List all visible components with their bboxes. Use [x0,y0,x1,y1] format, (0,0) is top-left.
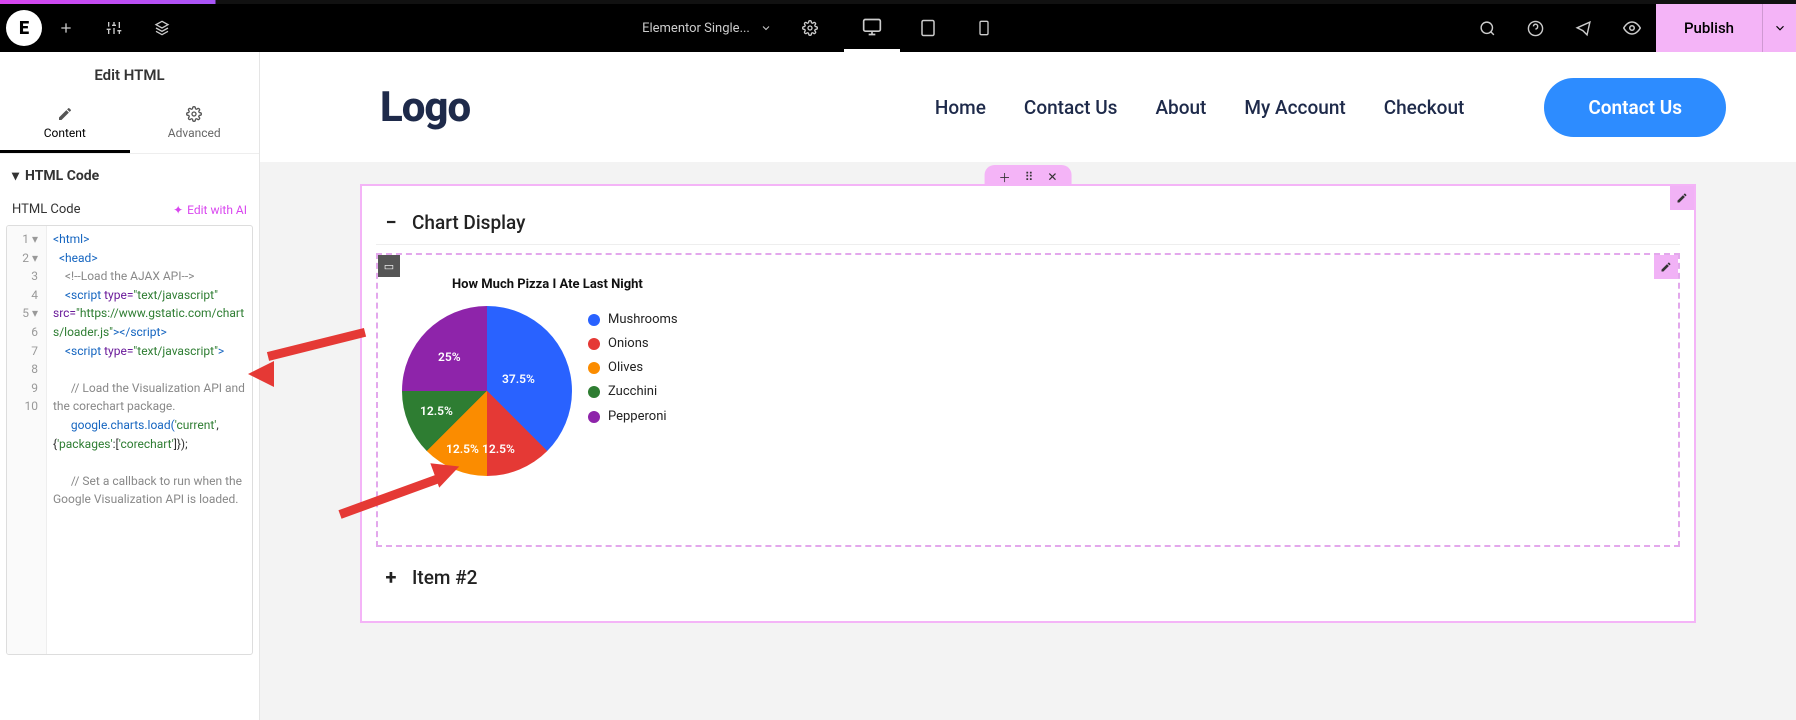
help-button[interactable] [1512,4,1560,52]
pencil-icon [57,106,73,122]
section-html-code[interactable]: ▾ HTML Code [0,154,259,194]
elementor-logo-icon[interactable]: E [6,10,42,46]
gear-icon [186,106,202,122]
legend-swatch [588,338,600,350]
legend-label: Olives [608,358,643,378]
plus-icon: + [382,565,400,589]
column-handle[interactable]: ▭ [378,255,400,277]
legend-item: Pepperoni [588,407,678,427]
editor-panel: Edit HTML Content Advanced ▾ HTML Code H… [0,52,260,720]
nav-contact[interactable]: Contact Us [1024,96,1118,119]
nav-about[interactable]: About [1155,96,1206,119]
code-body[interactable]: <html> <head> <!--Load the AJAX API--> <… [47,226,252,654]
device-tablet[interactable] [900,4,956,52]
site-logo: Logo [380,83,470,132]
section-drag-handle[interactable]: ⠿ [1025,170,1034,184]
legend-swatch [588,362,600,374]
elementor-section[interactable]: − Chart Display ▭ How Much Pizza I Ate L… [360,184,1696,623]
add-element-button[interactable] [42,4,90,52]
chart-title: How Much Pizza I Ate Last Night [452,277,818,292]
legend-item: Zucchini [588,382,678,402]
app-topbar: E Elementor Single... Publish [0,4,1796,52]
legend-swatch [588,411,600,423]
accordion-item-2-title: Item #2 [412,566,477,589]
section-delete-button[interactable]: ✕ [1047,170,1057,184]
nav-checkout[interactable]: Checkout [1384,96,1465,119]
accordion-item-1-header[interactable]: − Chart Display [376,200,1680,245]
legend-swatch [588,314,600,326]
section-add-button[interactable]: ＋ [999,169,1011,186]
edit-widget-button[interactable] [1654,255,1678,279]
primary-nav: Home Contact Us About My Account Checkou… [935,96,1464,119]
finder-search-button[interactable] [1464,4,1512,52]
responsive-devices [844,4,1012,52]
preview-button[interactable] [1608,4,1656,52]
tab-advanced[interactable]: Advanced [130,96,260,153]
field-label-html-code: HTML Code [12,202,81,217]
html-code-editor[interactable]: 1 ▾2 ▾345 ▾678910 <html> <head> <!--Load… [6,225,253,655]
template-selector-label: Elementor Single... [642,21,750,36]
caret-down-icon: ▾ [12,168,19,184]
accordion-item-2-header[interactable]: + Item #2 [376,555,1680,599]
page-settings-button[interactable] [786,4,834,52]
legend-label: Onions [608,334,649,354]
tab-content[interactable]: Content [0,96,130,153]
panel-title: Edit HTML [0,52,259,96]
publish-button[interactable]: Publish [1656,4,1762,52]
accordion-item-1-title: Chart Display [412,211,525,234]
legend-swatch [588,386,600,398]
legend-label: Pepperoni [608,407,667,427]
edit-section-button[interactable] [1670,186,1694,210]
chart-legend: Mushrooms Onions Olives Zucchini Pepperoni [588,306,678,476]
site-header: Logo Home Contact Us About My Account Ch… [260,52,1796,162]
device-mobile[interactable] [956,4,1012,52]
preview-canvas: Logo Home Contact Us About My Account Ch… [260,52,1796,720]
nav-account[interactable]: My Account [1244,96,1345,119]
slice-label-zucchini: 12.5% [420,404,453,418]
publish-options-button[interactable] [1762,4,1796,52]
nav-home[interactable]: Home [935,96,986,119]
site-settings-button[interactable] [90,4,138,52]
slice-label-pepperoni: 25% [438,350,461,364]
legend-item: Mushrooms [588,310,678,330]
header-cta-button[interactable]: Contact Us [1544,78,1726,137]
legend-item: Olives [588,358,678,378]
whats-new-button[interactable] [1560,4,1608,52]
slice-label-olives: 12.5% [446,442,479,456]
minus-icon: − [382,210,400,234]
slice-label-mushrooms: 37.5% [502,372,535,386]
template-selector[interactable]: Elementor Single... [628,21,786,36]
pie-chart-widget: How Much Pizza I Ate Last Night 37.5% 12… [388,265,828,535]
slice-label-onions: 12.5% [482,442,515,456]
pie-chart: 37.5% 12.5% 12.5% 12.5% 25% [402,306,572,476]
legend-item: Onions [588,334,678,354]
sparkle-icon: ✦ [173,203,183,217]
device-desktop[interactable] [844,4,900,52]
edit-with-ai-link[interactable]: ✦Edit with AI [173,203,247,217]
accordion-item-1-body[interactable]: ▭ How Much Pizza I Ate Last Night 37.5% … [376,253,1680,547]
chevron-down-icon [760,22,772,34]
legend-label: Zucchini [608,382,657,402]
legend-label: Mushrooms [608,310,678,330]
structure-button[interactable] [138,4,186,52]
